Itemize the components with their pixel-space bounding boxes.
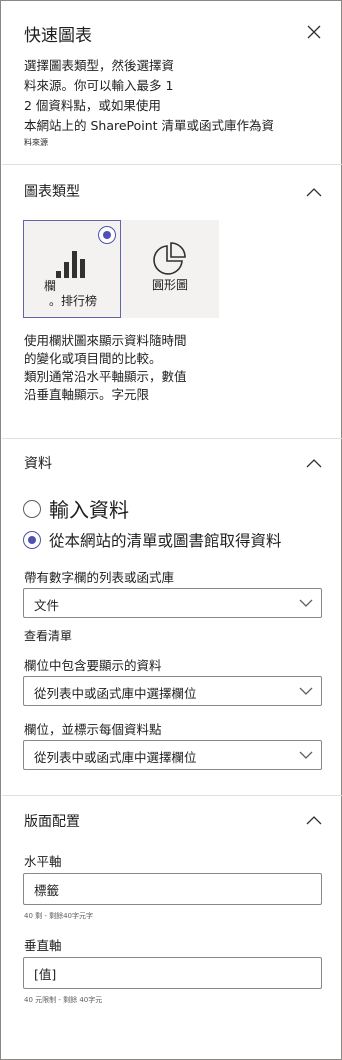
description-line: 料來源。你可以輸入最多 1 [24,78,174,93]
description-line: 料來源 [24,138,48,147]
description-line: 選擇圖表類型，然後選擇資 [24,58,175,73]
list-dropdown[interactable]: 文件 [23,588,322,618]
view-list-link[interactable]: 查看清單 [24,627,72,644]
chevron-down-icon [299,751,313,759]
column-dropdown-value: 從列表中或函式庫中選擇欄位 [34,686,197,701]
panel-title: 快速圖表 [24,26,92,46]
collapse-layout-button[interactable] [306,812,322,825]
quick-chart-panel: 快速圖表 選擇圖表類型，然後選擇資 料來源。你可以輸入最多 1 2 個資料點，或… [0,0,342,1060]
close-button[interactable] [303,21,325,43]
chart-type-description-line: 類別通常沿水平軸顯示，數值 [24,369,187,384]
y-axis-input[interactable] [23,957,322,989]
radio-from-list[interactable]: 從本網站的清單或圖書館取得資料 [23,529,282,551]
radio-circle-selected [23,531,41,549]
column-dropdown[interactable]: 從列表中或函式庫中選擇欄位 [23,676,322,706]
chart-type-pie-option[interactable]: 圓形圖 [121,220,219,318]
divider [2,795,342,796]
column-field-label: 欄位中包含要顯示的資料 [24,658,162,673]
list-field-label: 帶有數字欄的列表或函式庫 [24,570,175,585]
selected-radio-icon [98,226,116,244]
close-icon [307,25,321,39]
divider [2,164,342,165]
collapse-chart-type-button[interactable] [306,184,322,197]
chevron-up-icon [306,816,322,825]
label-column-dropdown[interactable]: 從列表中或函式庫中選擇欄位 [23,740,322,770]
panel-description: 選擇圖表類型，然後選擇資 料來源。你可以輸入最多 1 2 個資料點，或如果使用 … [24,56,314,150]
x-axis-hint: 40 剩 - 剩餘40字元字 [24,912,94,920]
list-dropdown-value: 文件 [34,598,60,613]
divider [2,438,342,439]
y-axis-label: 垂直軸 [24,938,62,953]
radio-enter-data[interactable]: 輸入資料 [23,494,129,523]
section-title-data: 資料 [24,456,52,472]
bar-chart-icon [56,251,85,278]
radio-circle [23,499,41,518]
x-axis-label: 水平軸 [24,854,62,869]
chart-type-description: 使用欄狀圖來顯示資料隨時間 的變化或項目間的比較。 類別通常沿水平軸顯示，數值 … [24,332,314,404]
radio-enter-data-label: 輸入資料 [49,498,129,522]
chevron-up-icon [306,188,322,197]
chart-type-bar-label-line1: 欄 [44,279,57,293]
section-title-layout: 版面配置 [24,814,80,830]
y-axis-hint: 40 元限制 - 剩餘 40字元 [24,996,103,1004]
label-column-dropdown-value: 從列表中或函式庫中選擇欄位 [34,750,197,765]
collapse-data-button[interactable] [306,455,322,468]
chevron-down-icon [299,687,313,695]
section-title-chart-type: 圖表類型 [24,184,80,200]
chevron-down-icon [299,599,313,607]
x-axis-input[interactable] [23,873,322,905]
chart-type-bar-label-line2: 。排行榜 [48,294,97,308]
chart-type-description-line: 使用欄狀圖來顯示資料隨時間 [24,333,187,348]
chevron-up-icon [306,459,322,468]
chart-type-description-line: 沿垂直軸顯示。字元限 [24,387,150,402]
chart-type-pie-label: 圓形圖 [151,278,188,292]
description-line: 2 個資料點，或如果使用 [24,98,161,113]
radio-from-list-label: 從本網站的清單或圖書館取得資料 [49,532,282,550]
description-line: 本網站上的 SharePoint 清單或函式庫作為資 [24,118,275,133]
chart-type-description-line: 的變化或項目間的比較。 [24,351,162,366]
chart-type-bar-option[interactable]: 欄 。排行榜 [23,220,121,318]
label-column-field-label: 欄位，並標示每個資料點 [24,722,162,737]
pie-chart-icon [153,242,186,275]
